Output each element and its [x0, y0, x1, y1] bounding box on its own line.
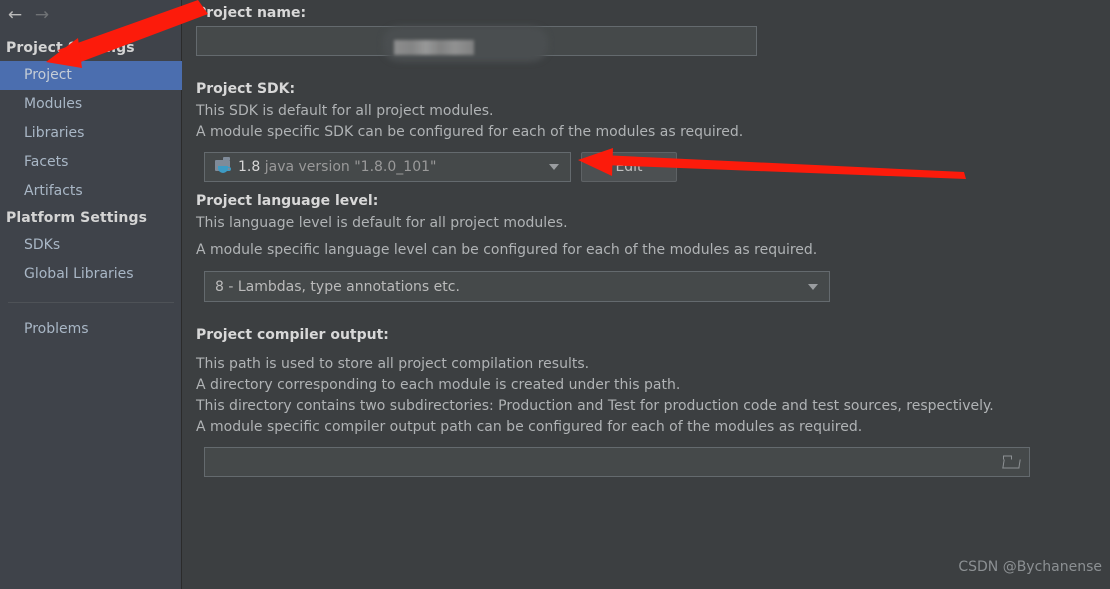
sidebar-group-platform-settings: Platform Settings: [0, 206, 182, 231]
sidebar-item-global-libraries[interactable]: Global Libraries: [0, 260, 182, 289]
watermark-text: CSDN @Bychanense: [958, 559, 1102, 575]
project-sdk-version: 1.8: [238, 159, 260, 175]
sidebar-item-artifacts[interactable]: Artifacts: [0, 177, 182, 206]
java-sdk-folder-icon: [215, 159, 233, 175]
project-language-level-label: Project language level:: [196, 193, 378, 209]
project-sdk-value: 1.8 java version "1.8.0_101": [238, 159, 436, 175]
project-sdk-dropdown[interactable]: 1.8 java version "1.8.0_101": [204, 152, 571, 182]
project-name-redaction-bar: [394, 40, 474, 55]
project-compiler-output-label: Project compiler output:: [196, 327, 389, 343]
project-language-level-value: 8 - Lambdas, type annotations etc.: [215, 279, 460, 295]
sidebar-divider: [8, 302, 174, 303]
project-settings-panel: Project name: Project SDK: This SDK is d…: [183, 0, 1110, 589]
edit-sdk-button-label: Edit: [582, 159, 676, 175]
project-language-level-description-line-1: This language level is default for all p…: [196, 215, 568, 231]
sidebar-item-sdks[interactable]: SDKs: [0, 231, 182, 260]
sidebar-group-project-settings: Project Settings: [0, 36, 182, 61]
project-compiler-output-description-line-4: A module specific compiler output path c…: [196, 419, 862, 435]
project-language-level-dropdown[interactable]: 8 - Lambdas, type annotations etc.: [204, 271, 830, 302]
project-name-label: Project name:: [196, 5, 306, 21]
arrow-left-icon[interactable]: ←: [4, 6, 26, 24]
sidebar-item-facets[interactable]: Facets: [0, 148, 182, 177]
project-sdk-label: Project SDK:: [196, 81, 295, 97]
chevron-down-icon[interactable]: [549, 164, 559, 170]
project-compiler-output-input[interactable]: [204, 447, 1030, 477]
folder-browse-icon[interactable]: [1003, 456, 1020, 469]
project-sdk-description-line-2: A module specific SDK can be configured …: [196, 124, 743, 140]
edit-sdk-button[interactable]: Edit: [581, 152, 677, 182]
chevron-down-icon[interactable]: [808, 284, 818, 290]
sidebar-item-problems[interactable]: Problems: [0, 315, 182, 344]
navigation-arrows: ← →: [0, 0, 182, 30]
sidebar-nav-list: Project Settings Project Modules Librari…: [0, 36, 182, 344]
project-sdk-detail: java version "1.8.0_101": [265, 159, 437, 175]
sidebar-item-project[interactable]: Project: [0, 61, 182, 90]
project-sdk-description-line-1: This SDK is default for all project modu…: [196, 103, 493, 119]
project-compiler-output-description-line-1: This path is used to store all project c…: [196, 356, 589, 372]
settings-sidebar: ← → Project Settings Project Modules Lib…: [0, 0, 182, 589]
arrow-right-icon[interactable]: →: [31, 6, 53, 24]
project-compiler-output-description-line-3: This directory contains two subdirectori…: [196, 398, 994, 414]
sidebar-item-libraries[interactable]: Libraries: [0, 119, 182, 148]
project-compiler-output-description-line-2: A directory corresponding to each module…: [196, 377, 680, 393]
project-language-level-description-line-2: A module specific language level can be …: [196, 242, 817, 258]
sidebar-item-modules[interactable]: Modules: [0, 90, 182, 119]
